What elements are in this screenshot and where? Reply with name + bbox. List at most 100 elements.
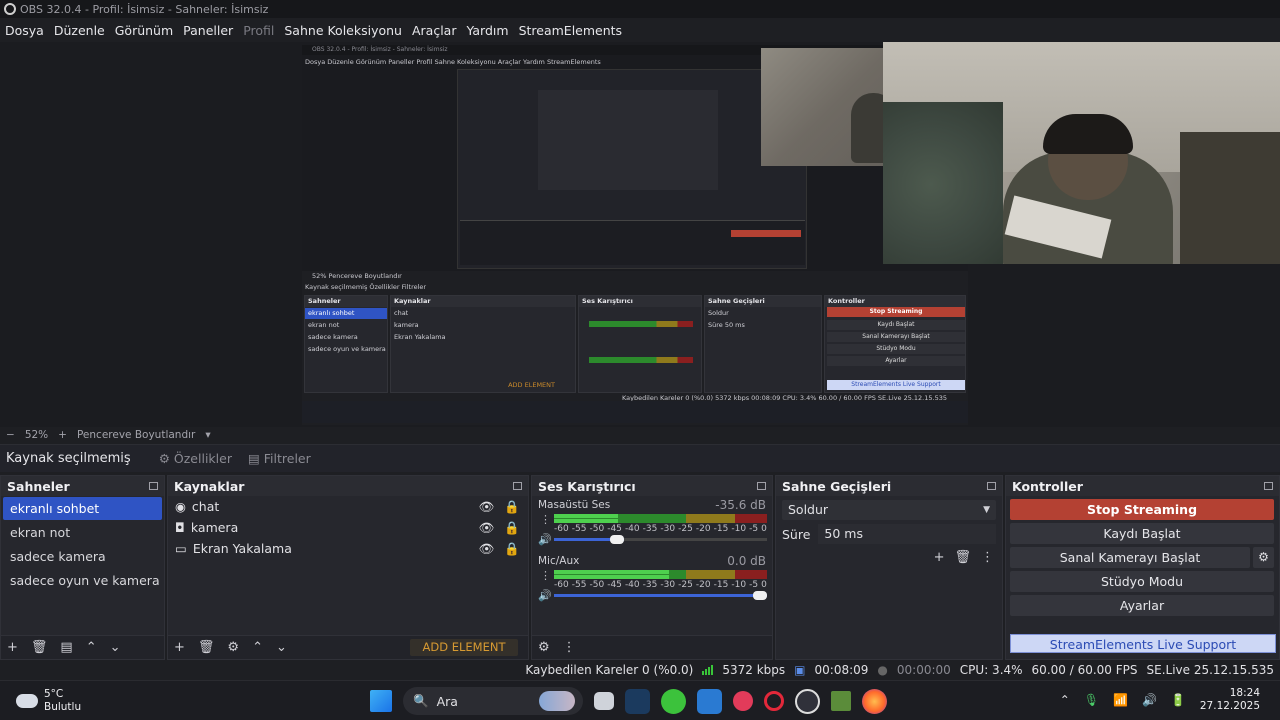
arrow-up-icon[interactable]: ⌃	[86, 640, 97, 655]
nested-sources-title: Kaynaklar	[391, 296, 575, 307]
lock-icon[interactable]: 🔒	[504, 499, 520, 515]
undock-icon[interactable]	[513, 482, 522, 490]
weather-widget[interactable]: 5°C Bulutlu	[16, 688, 81, 714]
clock[interactable]: 18:24 27.12.2025	[1200, 687, 1260, 713]
undock-icon[interactable]	[149, 482, 158, 490]
minecraft-icon[interactable]	[831, 691, 851, 711]
stop-streaming-button[interactable]: Stop Streaming	[1010, 499, 1274, 520]
menu-view[interactable]: Görünüm	[115, 23, 173, 38]
chevron-up-icon[interactable]: ⌃	[1060, 693, 1070, 707]
scene-item[interactable]: ekran not	[3, 521, 162, 544]
zoom-bar: − 52% + Pencereve Boyutlandır ▾	[0, 427, 1280, 443]
menu-dots-icon[interactable]: ⋮	[563, 640, 576, 655]
arrow-up-icon[interactable]: ⌃	[252, 640, 263, 655]
arrow-down-icon[interactable]: ⌄	[110, 640, 121, 655]
track-menu-icon[interactable]: ⋮	[540, 569, 551, 582]
duration-input[interactable]: 50 ms	[818, 524, 996, 544]
zoom-percent[interactable]: 52%	[25, 429, 48, 441]
lock-icon[interactable]: 🔒	[504, 520, 520, 536]
outlook-icon[interactable]	[697, 688, 722, 714]
volume-icon[interactable]: 🔊	[1142, 693, 1157, 707]
task-view-icon[interactable]	[594, 692, 614, 710]
add-icon[interactable]: +	[934, 550, 945, 565]
nested-transition-select: Soldur	[708, 309, 729, 317]
preview-area[interactable]: OBS 32.0.4 - Profil: İsimsiz - Sahneler:…	[0, 42, 1280, 427]
gear-icon[interactable]: ⚙	[1253, 547, 1274, 568]
source-item[interactable]: ▭ Ekran Yakalama 👁 🔒	[168, 538, 528, 559]
zoom-in-icon[interactable]: +	[58, 429, 67, 441]
menu-streamelements[interactable]: StreamElements	[519, 23, 623, 38]
firefox-icon[interactable]	[862, 688, 887, 714]
studio-mode-button[interactable]: Stüdyo Modu	[1010, 571, 1274, 592]
eye-icon[interactable]: 👁	[479, 541, 495, 557]
source-item[interactable]: ◉ chat 👁 🔒	[168, 496, 528, 517]
meter-tick-label: -55	[571, 524, 587, 534]
filters-button[interactable]: ▤ Filtreler	[248, 451, 311, 466]
menu-dots-icon[interactable]: ⋮	[981, 550, 994, 565]
scene-item[interactable]: sadece kamera	[3, 545, 162, 568]
pinterest-icon[interactable]	[733, 691, 753, 711]
zoom-fit-label[interactable]: Pencereve Boyutlandır	[77, 429, 195, 441]
volume-knob[interactable]	[753, 591, 767, 600]
nested-control-button: Ayarlar	[827, 356, 965, 366]
controls-dock: Kontroller Stop Streaming Kaydı Başlat S…	[1005, 475, 1280, 660]
wifi-icon[interactable]: 📶	[1113, 693, 1128, 707]
source-item[interactable]: ◘ kamera 👁 🔒	[168, 517, 528, 538]
menu-profile[interactable]: Profil	[243, 23, 274, 38]
start-virtual-camera-button[interactable]: Sanal Kamerayı Başlat	[1010, 547, 1250, 568]
obs-icon[interactable]	[795, 688, 820, 714]
eye-icon[interactable]: 👁	[479, 499, 495, 515]
menu-edit[interactable]: Düzenle	[54, 23, 105, 38]
battery-icon[interactable]: 🔋	[1171, 693, 1186, 707]
zoom-out-icon[interactable]: −	[6, 429, 15, 441]
meter-tick-label: -50	[589, 580, 605, 590]
eye-icon[interactable]: 👁	[479, 520, 495, 536]
menu-scene-collection[interactable]: Sahne Koleksiyonu	[284, 23, 402, 38]
undock-icon[interactable]	[1264, 482, 1273, 490]
menu-docks[interactable]: Paneller	[183, 23, 233, 38]
speaker-icon[interactable]: 🔊	[538, 533, 552, 546]
steam-icon[interactable]	[625, 688, 650, 714]
scene-item[interactable]: ekranlı sohbet	[3, 497, 162, 520]
windows-start-icon[interactable]	[370, 690, 392, 712]
volume-slider[interactable]	[554, 535, 767, 544]
trash-icon[interactable]: 🗑	[954, 550, 971, 565]
gears-icon[interactable]: ⚙	[538, 640, 550, 655]
volume-knob[interactable]	[610, 535, 625, 544]
scene-item[interactable]: sadece oyun ve kamera	[3, 569, 162, 592]
volume-slider[interactable]	[554, 591, 767, 600]
undock-icon[interactable]	[757, 482, 766, 490]
obs-logo-icon	[4, 3, 16, 15]
streamelements-support-button[interactable]: StreamElements Live Support	[1010, 634, 1276, 653]
transition-select[interactable]: Soldur ▼	[782, 500, 996, 520]
game-app-icon[interactable]	[661, 688, 686, 714]
nested-control-button: Sanal Kamerayı Başlat	[827, 332, 965, 342]
zoom-dropdown-icon[interactable]: ▾	[205, 429, 210, 441]
opera-icon[interactable]	[764, 691, 784, 711]
add-icon[interactable]: +	[174, 640, 185, 655]
nested-taskbar	[302, 401, 968, 423]
add-element-button[interactable]: ADD ELEMENT	[410, 639, 518, 656]
filter-icon[interactable]: ▤	[60, 640, 72, 655]
lock-icon[interactable]: 🔒	[504, 541, 520, 557]
nested-deep-stop	[731, 230, 801, 237]
speaker-icon[interactable]: 🔊	[538, 589, 552, 602]
microphone-icon[interactable]: 🎙	[1084, 693, 1099, 707]
scene-transitions-dock: Sahne Geçişleri Soldur ▼ Süre 50 ms + 🗑 …	[775, 475, 1003, 660]
trash-icon[interactable]: 🗑	[31, 640, 48, 655]
add-icon[interactable]: +	[7, 640, 18, 655]
arrow-down-icon[interactable]: ⌄	[276, 640, 287, 655]
settings-button[interactable]: Ayarlar	[1010, 595, 1274, 616]
properties-button[interactable]: ⚙ Özellikler	[159, 451, 232, 466]
menu-file[interactable]: Dosya	[5, 23, 44, 38]
taskbar-search[interactable]: 🔍 Ara	[403, 687, 583, 715]
volume-fill	[554, 594, 767, 597]
undock-icon[interactable]	[987, 482, 996, 490]
nested-mixer-title: Ses Karıştırıcı	[579, 296, 701, 307]
menu-tools[interactable]: Araçlar	[412, 23, 457, 38]
start-recording-button[interactable]: Kaydı Başlat	[1010, 523, 1274, 544]
trash-icon[interactable]: 🗑	[198, 640, 215, 655]
track-menu-icon[interactable]: ⋮	[540, 513, 551, 526]
gear-icon[interactable]: ⚙	[227, 640, 239, 655]
menu-help[interactable]: Yardım	[466, 23, 508, 38]
